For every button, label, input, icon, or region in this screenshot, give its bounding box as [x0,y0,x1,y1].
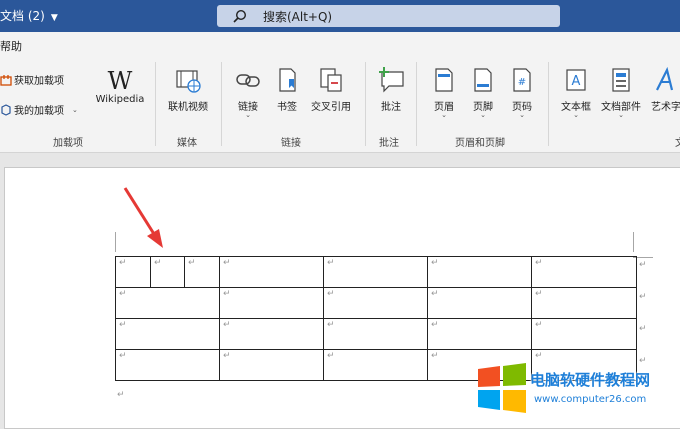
table-cell[interactable]: ↵ [219,318,324,350]
chevron-down-icon: ⌄ [441,111,447,119]
table-cell[interactable]: ↵ [531,256,637,288]
table-cell[interactable]: ↵ [115,349,220,381]
search-box[interactable]: 搜索(Alt+Q) [217,5,560,27]
table-cell[interactable]: ↵ [531,318,637,350]
search-placeholder: 搜索(Alt+Q) [263,10,333,24]
table-cell[interactable]: ↵ [323,287,428,319]
document-title-dropdown[interactable]: 文档 (2) ▼ [0,7,58,24]
end-of-row-mark: ↵ [639,324,647,334]
wordart-button[interactable]: 艺术字 [646,66,680,113]
table-cell[interactable]: ↵ [219,256,324,288]
windows-logo-icon [478,363,526,413]
site-watermark: 电脑软硬件教程网 www.computer26.com [476,363,676,415]
table-cell[interactable]: ↵ [219,287,324,319]
table-row: ↵ ↵ ↵ ↵ ↵ [115,318,637,350]
bookmark-button[interactable]: 书签 [270,66,304,113]
search-icon [233,9,247,23]
title-bar: 文档 (2) ▼ 搜索(Alt+Q) [0,0,680,32]
my-addins-button[interactable]: 我的加载项 ⌄ [0,102,78,117]
table-cell[interactable]: ↵ [427,287,532,319]
wikipedia-button[interactable]: W Wikipedia [92,68,148,105]
chevron-down-icon: ⌄ [72,105,78,114]
table-cell[interactable]: ↵ [115,256,151,288]
document-parts-button[interactable]: 文档部件 ⌄ [597,66,645,119]
header-icon [435,68,453,92]
group-divider [155,62,156,146]
online-video-button[interactable]: 联机视频 [161,66,215,113]
group-label-addins: 加载项 [53,138,83,149]
group-label-media: 媒体 [177,138,197,149]
group-divider [365,62,366,146]
new-comment-icon [379,67,404,93]
watermark-url: www.computer26.com [534,394,647,405]
link-button[interactable]: 链接 ⌄ [230,66,266,119]
footer-icon [474,68,492,92]
group-label-header-footer: 页眉和页脚 [455,138,505,149]
table-cell[interactable]: ↵ [323,256,428,288]
table-cell[interactable]: ↵ [531,287,637,319]
textbox-icon: A [566,69,586,91]
group-label-text: 文 [675,134,680,149]
table-cell[interactable]: ↵ [150,256,185,288]
end-of-row-mark: ↵ [639,292,647,302]
cross-reference-button[interactable]: 交叉引用 [305,66,357,113]
table-cell[interactable]: ↵ [427,318,532,350]
chevron-down-icon: ⌄ [245,111,251,119]
margin-corner-mark [115,232,116,252]
page-number-icon: # [513,68,531,92]
paragraph-mark: ↵ [117,390,125,400]
chevron-down-icon: ⌄ [519,111,525,119]
textbox-button[interactable]: A 文本框 ⌄ [556,66,596,119]
page-number-button[interactable]: # 页码 ⌄ [506,66,538,119]
group-label-links: 链接 [281,138,301,149]
document-parts-icon [612,68,630,92]
group-divider [548,62,549,146]
group-divider [221,62,222,146]
svg-text:#: # [518,77,526,88]
header-button[interactable]: 页眉 ⌄ [428,66,460,119]
tab-help[interactable]: 帮助 [0,38,22,54]
cross-reference-icon [320,68,342,92]
end-of-row-mark: ↵ [639,260,647,270]
group-label-comments: 批注 [379,138,399,149]
table-cell[interactable]: ↵ [323,349,428,381]
addin-icon [1,103,11,116]
store-icon [0,74,12,86]
get-addins-button[interactable]: 获取加载项 [0,72,64,87]
table-cell[interactable]: ↵ [115,287,220,319]
group-divider [416,62,417,146]
link-icon [236,74,260,87]
annotation-arrow [123,187,163,248]
wordart-icon [656,66,674,91]
table-cell[interactable]: ↵ [184,256,220,288]
comment-button[interactable]: 批注 [372,66,410,113]
table-cell[interactable]: ↵ [219,349,324,381]
table-cell[interactable]: ↵ [115,318,220,350]
svg-text:A: A [572,74,581,89]
bookmark-icon [279,68,296,92]
table-cell[interactable]: ↵ [323,318,428,350]
table-row: ↵ ↵ ↵ ↵ ↵ ↵ ↵ [115,256,637,288]
menu-bar: 帮助 [0,32,680,56]
margin-corner-mark [633,232,634,252]
ribbon: 获取加载项 我的加载项 ⌄ W Wikipedia 加载项 联机视频 媒体 链接 [0,56,680,153]
chevron-down-icon: ▼ [50,13,58,23]
chevron-down-icon: ⌄ [480,111,486,119]
document-title: 文档 (2) [0,9,45,23]
online-video-icon [176,70,201,93]
table-row: ↵ ↵ ↵ ↵ ↵ [115,287,637,319]
footer-button[interactable]: 页脚 ⌄ [467,66,499,119]
wikipedia-icon: W [107,67,133,95]
table-cell[interactable]: ↵ [427,256,532,288]
watermark-name: 电脑软硬件教程网 [530,371,651,389]
